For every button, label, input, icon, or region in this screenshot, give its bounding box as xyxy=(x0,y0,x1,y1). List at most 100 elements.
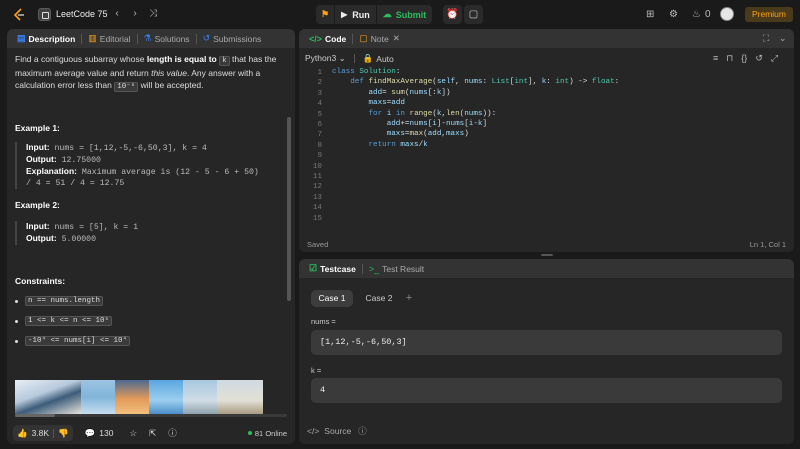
premium-button[interactable]: Premium xyxy=(745,7,793,22)
tab-case-1[interactable]: Case 1 xyxy=(311,290,353,307)
list-item: -10⁴ <= nums[i] <= 10⁴ xyxy=(15,336,131,346)
line-number: 6 xyxy=(317,121,322,130)
nums-input[interactable]: [1,12,-5,-6,50,3] xyxy=(311,330,782,355)
maximize-icon[interactable]: ⛶ xyxy=(763,33,769,44)
notes-button[interactable]: ▢ xyxy=(464,5,483,24)
fire-icon[interactable]: ♨ xyxy=(692,9,701,20)
debug-button[interactable]: ⚑ xyxy=(316,5,334,24)
line-number: 1 xyxy=(317,69,322,77)
description-tabs: ▤ Description ▥ Editorial ⚗ Solutions ↺ … xyxy=(7,29,295,48)
tab-description[interactable]: ▤ Description xyxy=(13,29,79,48)
star-icon[interactable]: ☆ xyxy=(129,428,137,439)
testcase-tabs: ☑ Testcase >_ Test Result xyxy=(299,259,794,278)
language-select[interactable]: Python3 ⌄ xyxy=(305,53,346,64)
image-thumbnail xyxy=(217,380,263,414)
image-thumbnail xyxy=(81,380,115,414)
streak-count: 0 xyxy=(705,9,711,20)
cloud-upload-icon: ☁ xyxy=(382,9,392,19)
line-number: 7 xyxy=(317,131,322,140)
tab-test-result[interactable]: >_ Test Result xyxy=(365,259,428,278)
line-number: 4 xyxy=(317,100,322,109)
timer-button[interactable]: ⏰ xyxy=(443,5,462,24)
panel-resize-handle[interactable] xyxy=(541,254,553,256)
book-icon: ▥ xyxy=(88,33,97,43)
braces-icon[interactable]: {} xyxy=(741,53,747,64)
thumbs-up-icon: 👍 xyxy=(17,427,28,438)
help-icon: ⓘ xyxy=(358,426,367,436)
next-problem-icon[interactable]: › xyxy=(129,8,141,20)
format-icon[interactable]: ≡ xyxy=(713,53,718,64)
tab-note[interactable]: ▢ Note ✕ xyxy=(355,29,404,48)
note-icon: ▢ xyxy=(468,9,479,20)
problem-list-title[interactable]: LeetCode 75 xyxy=(56,9,108,19)
reset-icon[interactable]: ↺ xyxy=(755,53,763,64)
layout-icon[interactable]: ⊞ xyxy=(646,9,654,20)
tab-code[interactable]: </> Code xyxy=(305,29,350,48)
code-tabs: </> Code ▢ Note ✕ ⛶ ⌄ xyxy=(299,29,794,48)
image-thumbnail xyxy=(115,380,149,414)
gear-icon[interactable]: ⚙ xyxy=(669,9,678,20)
auto-label[interactable]: Auto xyxy=(376,54,394,64)
cursor-position: Ln 1, Col 1 xyxy=(749,240,786,249)
add-case-button[interactable]: + xyxy=(401,290,417,307)
tab-editorial[interactable]: ▥ Editorial xyxy=(84,29,134,48)
k-input[interactable]: 4 xyxy=(311,378,782,403)
line-number: 13 xyxy=(312,193,322,202)
comment-count[interactable]: 130 xyxy=(99,428,113,438)
submit-button[interactable]: ☁ Submit xyxy=(377,5,433,24)
avatar[interactable] xyxy=(720,7,734,21)
image-thumbnail xyxy=(183,380,217,414)
tab-case-2[interactable]: Case 2 xyxy=(358,290,400,307)
share-icon[interactable]: ⇱ xyxy=(149,428,156,439)
tab-solutions[interactable]: ⚗ Solutions xyxy=(140,29,194,48)
line-number: 15 xyxy=(312,214,322,223)
flask-icon: ⚗ xyxy=(143,33,152,43)
line-number: 12 xyxy=(312,183,322,192)
line-number: 11 xyxy=(312,173,322,182)
list-item: 1 <= k <= n <= 10⁵ xyxy=(15,316,113,326)
top-bar: LeetCode 75 ‹ › ⤨ ⚑ ▶ Run ☁ Submit ⏰ ▢ ⊞… xyxy=(0,0,800,29)
tab-submissions[interactable]: ↺ Submissions xyxy=(199,29,266,48)
run-button[interactable]: ▶ Run xyxy=(335,5,376,24)
help-icon[interactable]: ⓘ xyxy=(168,427,177,439)
code-icon: </> xyxy=(307,426,320,436)
line-number: 3 xyxy=(317,89,322,98)
checkbox-icon: ☑ xyxy=(309,263,318,273)
line-number: 8 xyxy=(317,141,322,150)
editor-actions: ≡ ⊓ {} ↺ ⤢ xyxy=(713,53,778,64)
leetcode-logo[interactable] xyxy=(13,8,25,21)
shuffle-icon[interactable]: ⤨ xyxy=(147,8,159,20)
alarm-icon: ⏰ xyxy=(446,9,459,20)
list-item: n == nums.length xyxy=(15,296,104,306)
line-number: 14 xyxy=(312,204,322,213)
thumbs-down-icon[interactable]: 👎 xyxy=(58,428,69,439)
source-link[interactable]: </> Source ⓘ xyxy=(307,425,367,437)
expand-icon[interactable]: ⤢ xyxy=(771,53,778,64)
problem-list-icon[interactable] xyxy=(38,8,51,21)
tab-testcase[interactable]: ☑ Testcase xyxy=(305,259,360,278)
save-status: Saved xyxy=(307,240,329,249)
bookmark-icon[interactable]: ⊓ xyxy=(726,53,733,64)
code-editor[interactable]: class Solution: def findMaxAverage(self,… xyxy=(332,67,619,150)
run-submit-bar: ⚑ ▶ Run ☁ Submit xyxy=(316,5,433,24)
image-thumbnail xyxy=(149,380,183,414)
nums-label: nums = xyxy=(311,317,336,326)
like-button[interactable]: 👍 3.8K 👎 xyxy=(13,425,73,441)
constraints-heading: Constraints: xyxy=(15,276,66,286)
line-number: 5 xyxy=(317,110,322,119)
description-footer: 👍 3.8K 👎 💬 130 ☆ ⇱ ⓘ 81 Online xyxy=(7,423,295,443)
image-thumbnail xyxy=(15,380,81,414)
line-number: 2 xyxy=(317,79,322,88)
line-number-gutter: 1 2 3 4 5 6 7 8 9 10 11 12 13 14 15 xyxy=(0,68,322,224)
k-label: k = xyxy=(311,366,322,375)
close-icon[interactable]: ✕ xyxy=(393,33,400,44)
chevron-down-icon[interactable]: ⌄ xyxy=(779,33,787,44)
code-icon: </> xyxy=(309,33,323,44)
play-icon: ▶ xyxy=(341,10,348,19)
prev-problem-icon[interactable]: ‹ xyxy=(111,8,123,20)
terminal-icon: >_ xyxy=(368,263,380,274)
related-images-strip xyxy=(15,380,263,414)
note-icon: ▢ xyxy=(359,33,368,43)
comment-icon[interactable]: 💬 xyxy=(85,428,96,439)
image-strip-scrollbar[interactable] xyxy=(15,414,287,417)
